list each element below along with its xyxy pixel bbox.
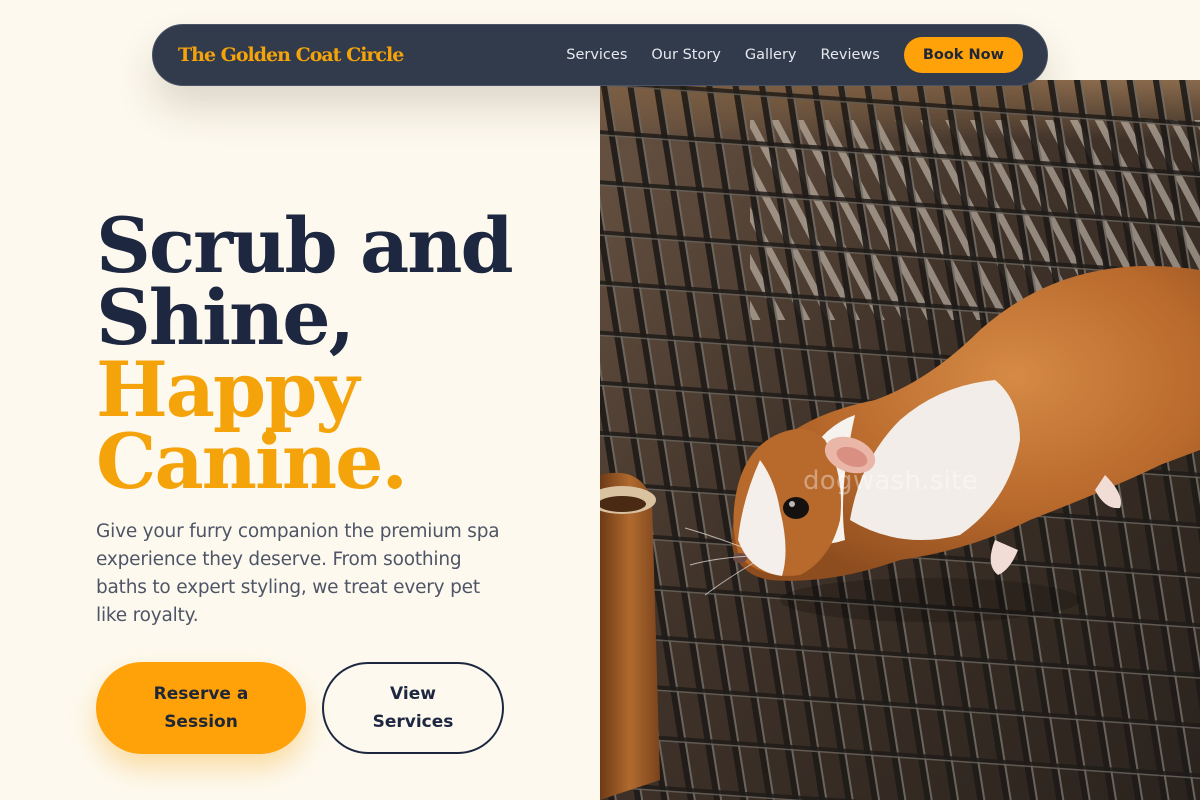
book-now-button[interactable]: Book Now <box>903 37 1023 73</box>
nav-link-gallery[interactable]: Gallery <box>745 47 797 63</box>
nav-link-reviews[interactable]: Reviews <box>821 47 880 63</box>
headline-line-4: Canine. <box>96 417 408 506</box>
headline-line-1: Scrub and <box>96 201 514 290</box>
hero-image <box>600 80 1200 800</box>
guinea-pig-photo <box>600 80 1200 800</box>
top-navbar: The Golden Coat Circle Services Our Stor… <box>152 24 1048 86</box>
headline-line-3: Happy <box>96 345 359 434</box>
view-services-button[interactable]: View Services <box>322 662 504 754</box>
nav-links: Services Our Story Gallery Reviews Book … <box>566 37 1023 73</box>
nav-link-our-story[interactable]: Our Story <box>651 47 720 63</box>
brand-logo[interactable]: The Golden Coat Circle <box>178 44 404 66</box>
headline-line-2: Shine, <box>96 273 355 362</box>
reserve-session-button[interactable]: Reserve a Session <box>96 662 306 754</box>
hero-headline: Scrub and Shine, Happy Canine. <box>96 201 514 506</box>
hero-description: Give your furry companion the premium sp… <box>96 521 500 626</box>
watermark-text: dogwash.site <box>803 466 978 496</box>
nav-link-services[interactable]: Services <box>566 47 627 63</box>
